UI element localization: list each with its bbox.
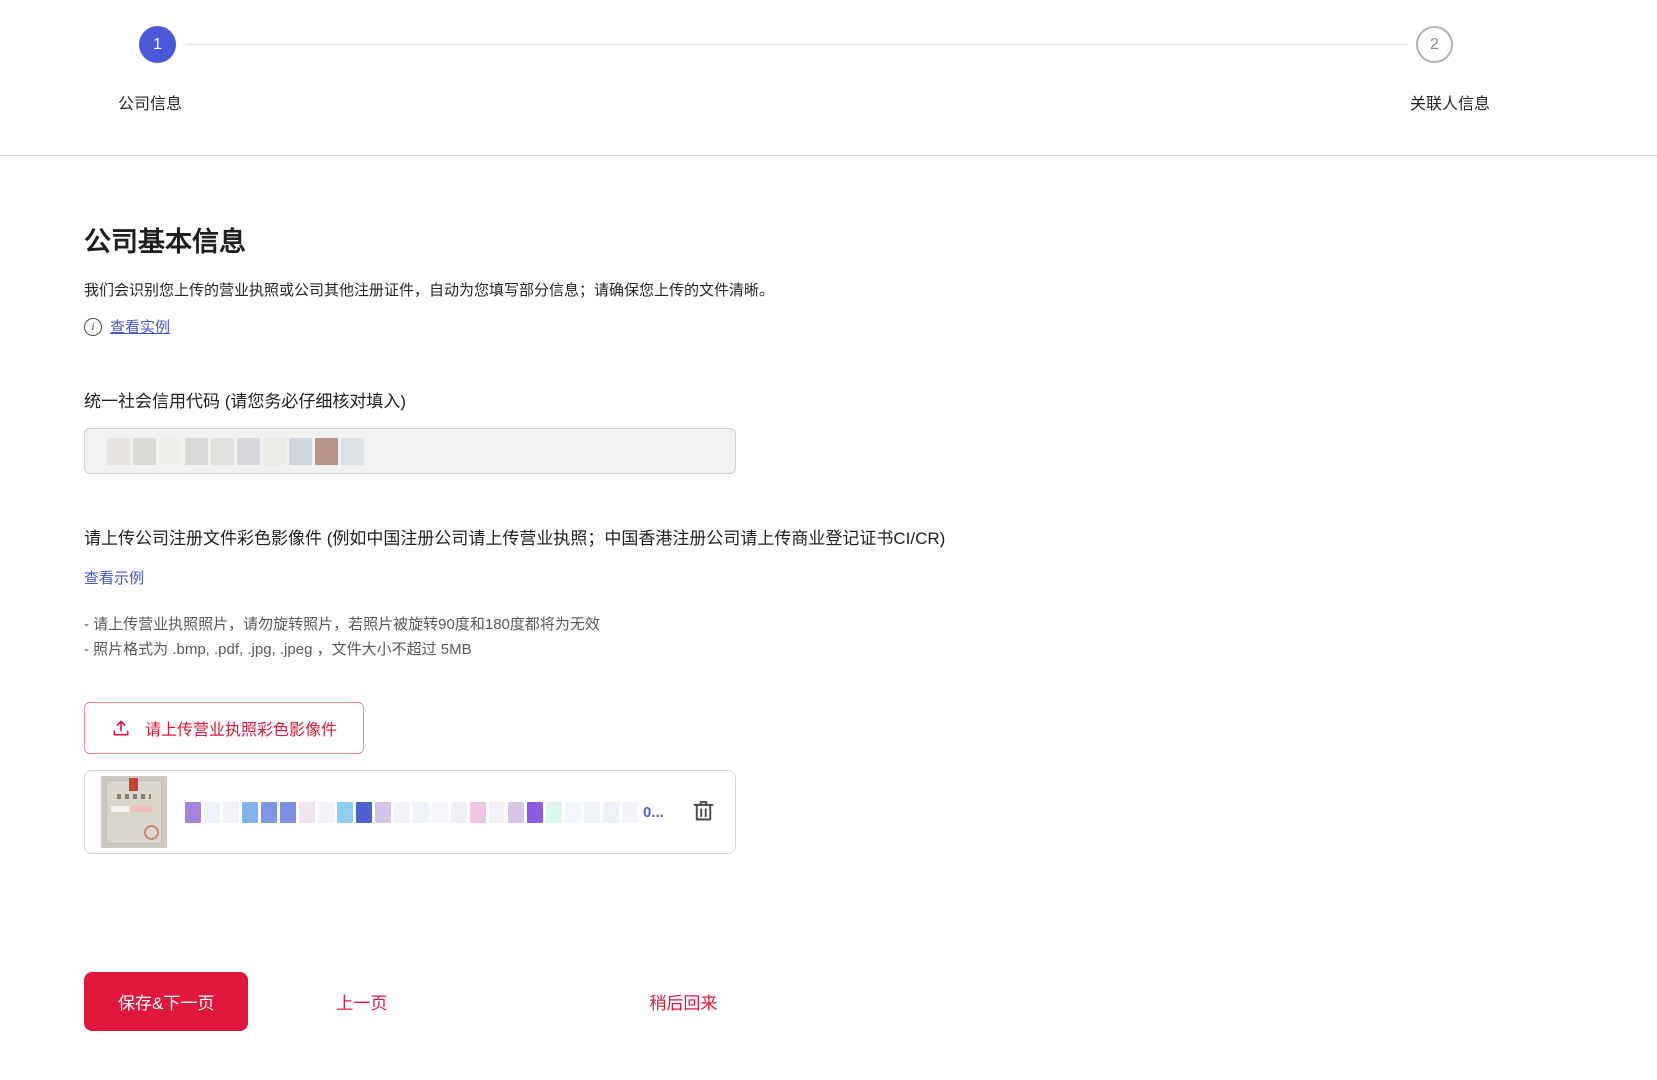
come-back-later-button[interactable]: 稍后回来 [649,989,717,1014]
stepper-connector-line [186,44,1408,45]
step-2-number: 2 [1430,36,1439,54]
page-title: 公司基本信息 [84,220,1657,259]
view-example-link[interactable]: 查看实例 [110,316,170,337]
previous-page-button[interactable]: 上一页 [336,989,387,1014]
trash-icon [690,797,717,824]
upload-button-label: 请上传营业执照彩色影像件 [145,716,337,740]
upload-notes: - 请上传营业执照照片，请勿旋转照片，若照片被旋转90度和180度都将为无效 -… [84,612,1657,662]
step-1-number: 1 [153,36,162,54]
credit-code-input[interactable] [84,428,736,474]
form-footer: 保存&下一页 上一页 稍后回来 [84,972,1657,1031]
file-name-masked [185,802,638,823]
info-circle-icon: i [84,318,102,336]
company-basic-info-form: 公司基本信息 我们会识别您上传的营业执照或公司其他注册证件，自动为您填写部分信息… [0,220,1657,1031]
credit-code-masked-value [107,438,364,465]
upload-section-label: 请上传公司注册文件彩色影像件 (例如中国注册公司请上传营业执照；中国香港注册公司… [84,524,1657,549]
upload-note-1: - 请上传营业执照照片，请勿旋转照片，若照片被旋转90度和180度都将为无效 [84,612,1657,637]
section-description: 我们会识别您上传的营业执照或公司其他注册证件，自动为您填写部分信息；请确保您上传… [84,279,1657,300]
step-2-label: 关联人信息 [1383,90,1490,114]
upload-icon [111,718,131,738]
credit-code-label: 统一社会信用代码 (请您务必仔细核对填入) [84,387,1657,412]
upload-note-2: - 照片格式为 .bmp, .pdf, .jpg, .jpeg ，文件大小不超过… [84,637,1657,662]
file-name-tail: 0... [643,804,664,821]
upload-license-button[interactable]: 请上传营业执照彩色影像件 [84,702,364,754]
step-1-label: 公司信息 [118,90,182,114]
step-2-indicator: 2 [1416,26,1453,63]
view-sample-link[interactable]: 查看示例 [84,570,144,587]
uploaded-file-name: 0... [185,802,670,823]
save-next-button[interactable]: 保存&下一页 [84,972,248,1031]
progress-stepper: 1 2 公司信息 关联人信息 [0,0,1657,156]
uploaded-file-card: 0... [84,770,736,854]
business-license-thumbnail[interactable] [101,776,167,848]
step-1-indicator: 1 [139,26,176,63]
delete-file-button[interactable] [688,795,719,829]
